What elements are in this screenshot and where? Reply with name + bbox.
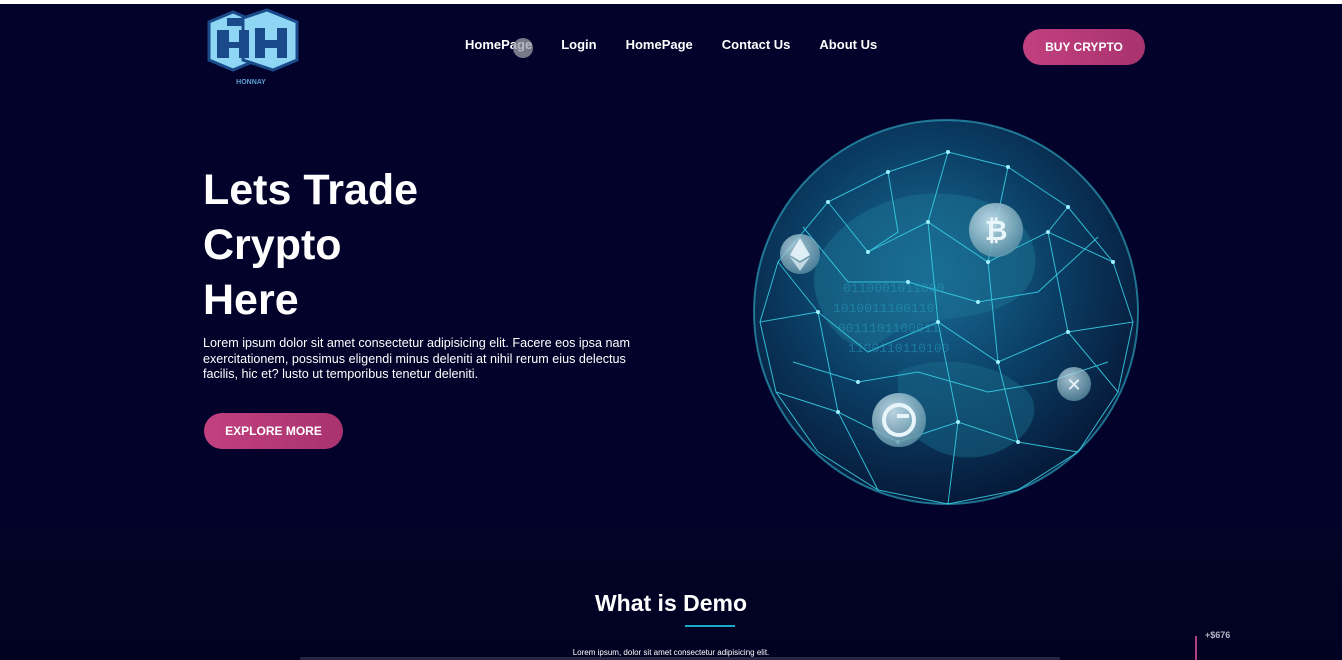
section-subtitle: Lorem ipsum, dolor sit amet consectetur … [572, 648, 770, 657]
hero-title-line: Crypto [203, 221, 342, 269]
svg-text:0110001011000: 0110001011000 [843, 281, 944, 296]
svg-text:1100110110100: 1100110110100 [848, 341, 949, 356]
ethereum-icon [780, 234, 820, 274]
hero-title: Lets Trade Crypto Here [203, 163, 623, 328]
price-ticker: +$676 [1205, 630, 1231, 640]
bitcoin-icon: ₿ [969, 203, 1023, 257]
svg-text:₿: ₿ [985, 214, 1008, 247]
buy-crypto-button[interactable]: BUY CRYPTO [1023, 29, 1145, 65]
explore-more-button[interactable]: EXPLORE MORE [204, 413, 343, 449]
section-title: What is Demo [594, 590, 748, 616]
nav-about-us[interactable]: About Us [819, 37, 877, 52]
logo-text: HONNAY [236, 79, 266, 86]
cursor-indicator [513, 38, 533, 58]
site-header: HONNAY HomePage Login HomePage Contact U… [0, 4, 1342, 86]
coin-icon [872, 393, 926, 447]
nav-homepage-2[interactable]: HomePage [626, 37, 693, 52]
svg-text:✕: ✕ [1066, 375, 1081, 396]
svg-text:0011101100011: 0011101100011 [838, 321, 940, 336]
nav-login[interactable]: Login [561, 37, 596, 52]
hero-description: Lorem ipsum dolor sit amet consectetur a… [203, 336, 630, 381]
logo-icon: HONNAY [207, 8, 299, 86]
hero-title-line: Here [203, 276, 299, 324]
nav-contact-us[interactable]: Contact Us [722, 37, 791, 52]
ripple-icon: ✕ [1057, 367, 1091, 401]
ticker-bar [1195, 636, 1197, 660]
globe-illustration: 0110001011000 1010011100110 001110110001… [748, 112, 1144, 510]
svg-text:1010011100110: 1010011100110 [833, 301, 934, 316]
hero-title-line: Lets Trade [203, 166, 419, 214]
title-underline [685, 625, 735, 627]
logo[interactable]: HONNAY [203, 8, 301, 88]
